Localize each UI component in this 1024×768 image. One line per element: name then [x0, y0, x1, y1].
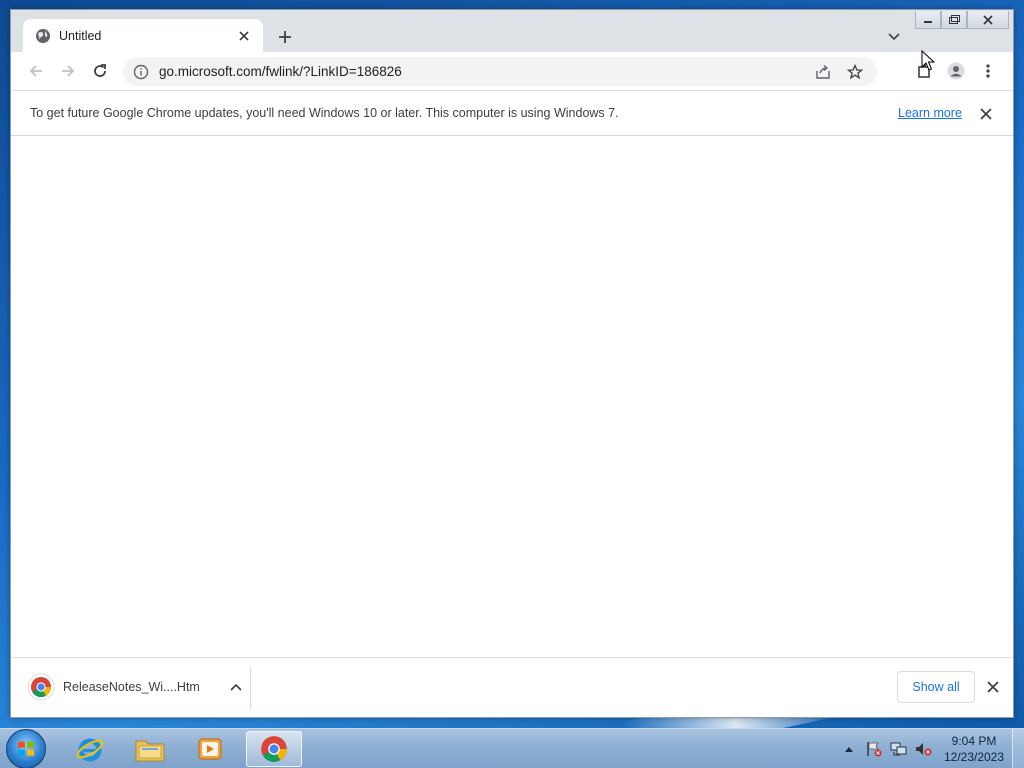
chrome-window: Untitled go.microsoft.com/fwlink/?LinkID…	[10, 9, 1014, 718]
start-button[interactable]	[6, 729, 46, 768]
learn-more-link[interactable]: Learn more	[898, 106, 962, 120]
taskbar-media-player[interactable]	[182, 731, 238, 767]
new-tab-button[interactable]	[274, 26, 296, 48]
windows-logo-icon	[18, 741, 34, 756]
toolbar: go.microsoft.com/fwlink/?LinkID=186826	[11, 52, 1013, 90]
reload-icon	[94, 64, 106, 77]
clock-time: 9:04 PM	[951, 734, 997, 748]
clock-date: 12/23/2023	[943, 750, 1005, 764]
action-center-icon[interactable]	[865, 740, 883, 758]
info-icon[interactable]	[133, 64, 149, 80]
taskbar: 9:04 PM 12/23/2023	[0, 728, 1024, 768]
mouse-cursor	[921, 50, 935, 71]
globe-icon	[36, 28, 50, 43]
download-filename: ReleaseNotes_Wi....Htm	[63, 680, 200, 694]
reload-button[interactable]	[88, 59, 112, 83]
show-desktop-button[interactable]	[1012, 729, 1024, 768]
show-all-button[interactable]: Show all	[897, 671, 975, 703]
explorer-icon	[135, 740, 165, 762]
chevron-up-icon	[230, 683, 242, 691]
kebab-menu-icon	[986, 64, 990, 78]
chevron-up-icon	[845, 747, 853, 752]
download-shelf: ReleaseNotes_Wi....Htm Show all	[11, 657, 1013, 717]
infobar-close-button[interactable]	[977, 105, 995, 123]
back-arrow-icon	[29, 65, 42, 77]
network-icon	[890, 742, 907, 756]
tab-strip: Untitled	[11, 10, 1013, 52]
chevron-down-icon	[888, 33, 900, 41]
close-icon	[987, 681, 999, 693]
tab-close-button[interactable]	[235, 27, 253, 45]
close-icon	[239, 30, 249, 41]
url-text[interactable]: go.microsoft.com/fwlink/?LinkID=186826	[159, 64, 813, 79]
ie-icon	[76, 738, 104, 762]
tab-active[interactable]: Untitled	[23, 19, 263, 52]
network-icon[interactable]	[890, 740, 908, 758]
flag-alert-icon	[867, 742, 882, 757]
update-infobar: To get future Google Chrome updates, you…	[11, 90, 1013, 136]
shelf-divider	[250, 666, 251, 710]
profile-button[interactable]	[944, 59, 968, 83]
taskbar-explorer[interactable]	[122, 731, 178, 767]
star-icon	[847, 63, 863, 79]
tab-search-button[interactable]	[884, 27, 904, 47]
taskbar-chrome[interactable]	[246, 731, 302, 767]
taskbar-ie[interactable]	[62, 731, 118, 767]
infobar-message: To get future Google Chrome updates, you…	[30, 106, 619, 120]
system-tray	[840, 729, 940, 768]
forward-button[interactable]	[56, 59, 80, 83]
chrome-icon	[27, 673, 55, 701]
download-options-button[interactable]	[227, 678, 245, 696]
media-player-icon	[198, 738, 222, 760]
forward-arrow-icon	[62, 65, 75, 77]
avatar-icon	[947, 62, 965, 80]
chrome-icon	[261, 736, 287, 762]
plus-icon	[279, 31, 291, 43]
menu-button[interactable]	[976, 59, 1000, 83]
bookmark-button[interactable]	[845, 62, 865, 82]
show-hidden-icons-button[interactable]	[840, 740, 858, 758]
share-button[interactable]	[813, 62, 833, 82]
close-icon	[980, 108, 992, 120]
shelf-close-button[interactable]	[983, 677, 1003, 697]
volume-muted-icon	[916, 743, 932, 756]
taskbar-clock[interactable]: 9:04 PM 12/23/2023	[936, 733, 1012, 765]
back-button[interactable]	[24, 59, 48, 83]
volume-icon[interactable]	[915, 740, 933, 758]
share-icon	[816, 64, 830, 79]
download-item[interactable]: ReleaseNotes_Wi....Htm	[27, 671, 249, 703]
address-bar[interactable]: go.microsoft.com/fwlink/?LinkID=186826	[123, 57, 877, 86]
page-content	[11, 136, 1013, 657]
tab-title: Untitled	[59, 28, 102, 43]
